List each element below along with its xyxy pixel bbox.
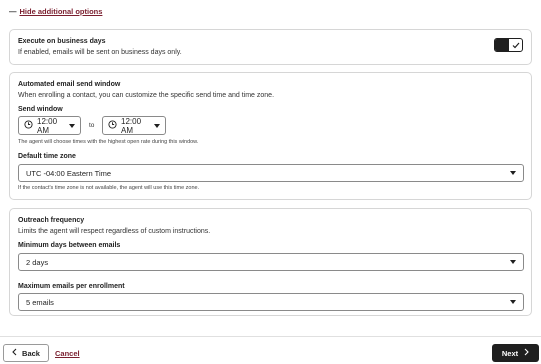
footer-divider <box>0 336 541 337</box>
max-emails-value: 5 emails <box>26 297 54 307</box>
caret-down-icon <box>154 123 160 128</box>
min-days-value: 2 days <box>26 257 49 267</box>
outreach-title: Outreach frequency <box>18 217 85 224</box>
next-button[interactable]: Next <box>492 344 539 362</box>
send-window-description: When enrolling a contact, you can custom… <box>18 92 275 99</box>
back-button[interactable]: Back <box>3 344 49 362</box>
timezone-label: Default time zone <box>18 153 76 160</box>
to-label: to <box>89 122 95 129</box>
send-window-label: Send window <box>18 106 63 113</box>
send-window-title: Automated email send window <box>18 81 121 88</box>
timezone-help: If the contact's time zone is not availa… <box>18 185 200 191</box>
business-days-description: If enabled, emails will be sent on busin… <box>18 49 182 56</box>
collapse-dash-icon: — <box>9 7 17 16</box>
outreach-frequency-card: Outreach frequency Limits the agent will… <box>9 208 532 316</box>
hide-additional-options-link[interactable]: — Hide additional options <box>9 7 102 16</box>
back-label: Back <box>22 348 40 358</box>
start-time-select[interactable]: 12:00 AM <box>18 116 81 135</box>
caret-down-icon <box>69 123 75 128</box>
max-emails-label: Maximum emails per enrollment <box>18 283 125 290</box>
caret-down-icon <box>510 171 516 175</box>
min-days-select[interactable]: 2 days <box>18 253 524 271</box>
hide-additional-options-label: Hide additional options <box>19 7 103 16</box>
business-days-toggle[interactable] <box>494 38 523 52</box>
toggle-knob <box>495 39 509 51</box>
clock-icon <box>108 120 117 131</box>
end-time-select[interactable]: 12:00 AM <box>102 116 166 135</box>
min-days-label: Minimum days between emails <box>18 242 121 249</box>
chevron-left-icon <box>12 348 17 358</box>
outreach-description: Limits the agent will respect regardless… <box>18 228 211 235</box>
caret-down-icon <box>510 260 516 264</box>
timezone-value: UTC -04:00 Eastern Time <box>26 168 112 178</box>
send-window-help: The agent will choose times with the hig… <box>18 139 199 145</box>
business-days-card: Execute on business days If enabled, ema… <box>9 29 532 65</box>
end-time-value: 12:00 AM <box>121 116 142 135</box>
max-emails-select[interactable]: 5 emails <box>18 293 524 311</box>
caret-down-icon <box>510 300 516 304</box>
next-label: Next <box>501 348 519 358</box>
start-time-value: 12:00 AM <box>37 116 58 135</box>
cancel-button[interactable]: Cancel <box>55 349 80 358</box>
chevron-right-icon <box>524 348 529 358</box>
checkmark-icon <box>509 39 522 51</box>
timezone-select[interactable]: UTC -04:00 Eastern Time <box>18 164 524 182</box>
business-days-title: Execute on business days <box>18 38 106 45</box>
send-window-card: Automated email send window When enrolli… <box>9 72 532 200</box>
clock-icon <box>24 120 33 131</box>
